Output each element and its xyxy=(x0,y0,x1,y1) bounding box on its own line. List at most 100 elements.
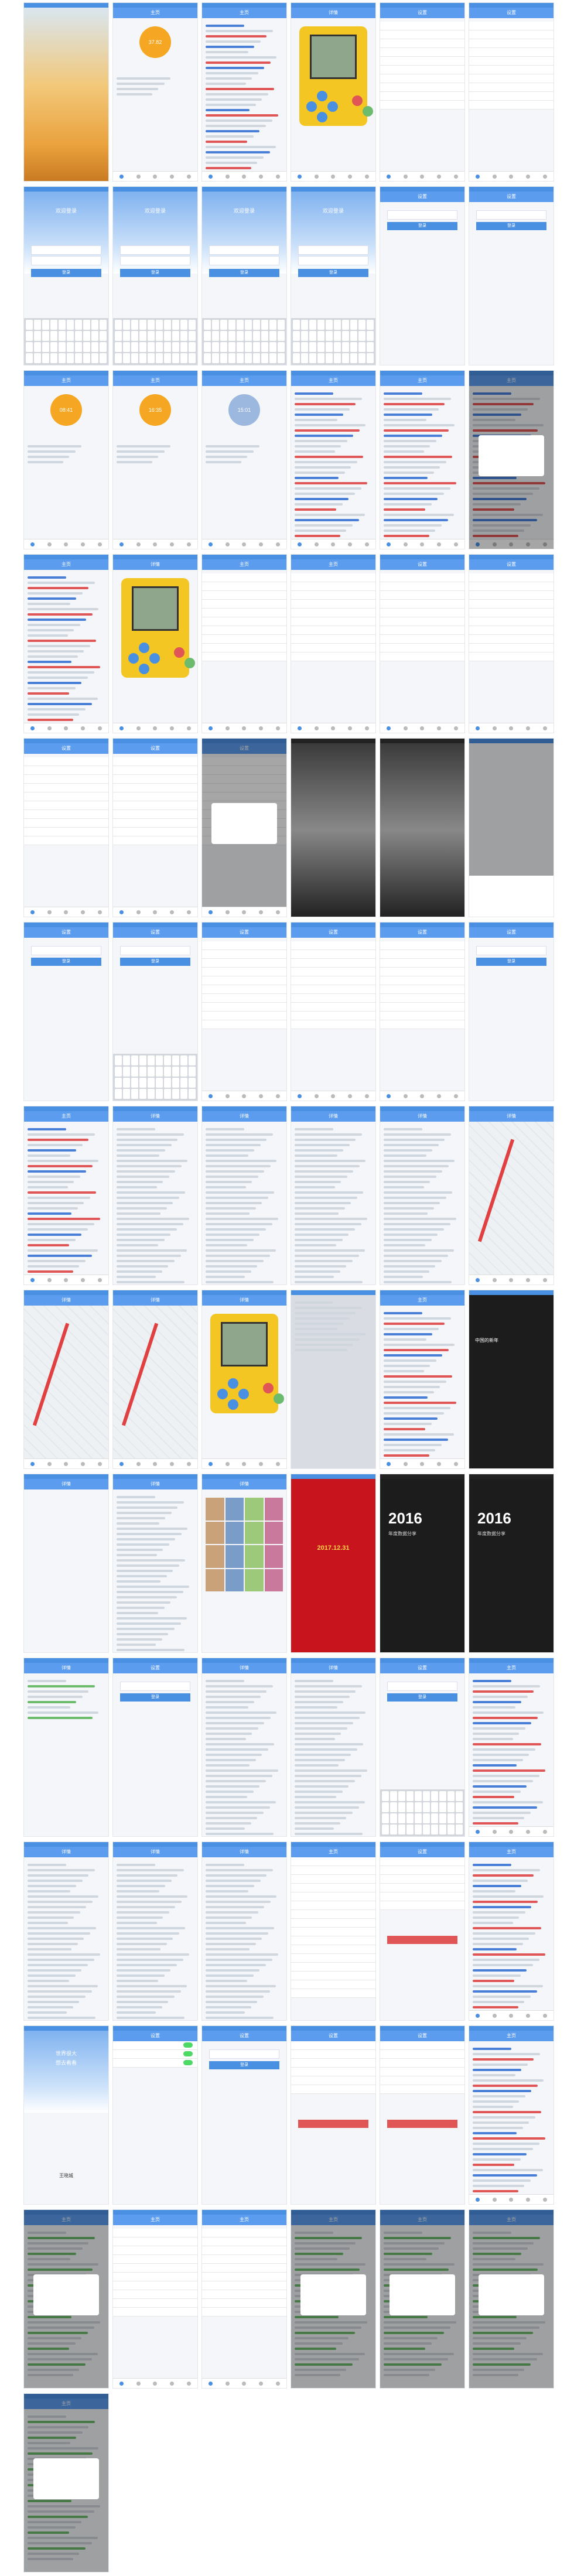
keyboard-key[interactable] xyxy=(278,331,285,341)
photo-thumbnail[interactable] xyxy=(206,1545,224,1568)
tab-item-icon[interactable] xyxy=(81,1461,86,1466)
photo-thumbnail[interactable] xyxy=(245,1521,264,1544)
tab-item-icon[interactable] xyxy=(259,910,264,914)
keyboard-key[interactable] xyxy=(164,342,171,352)
settings-row[interactable] xyxy=(202,635,286,644)
tab-item-icon[interactable] xyxy=(98,542,102,546)
keyboard-key[interactable] xyxy=(131,1067,138,1077)
table-row[interactable] xyxy=(291,1875,375,1884)
keyboard-key[interactable] xyxy=(309,353,316,363)
tab-item-icon[interactable] xyxy=(365,1094,370,1098)
tab-item-icon[interactable] xyxy=(136,910,141,914)
keyboard-key[interactable] xyxy=(439,1791,446,1801)
keyboard-key[interactable] xyxy=(59,331,66,341)
settings-row[interactable] xyxy=(202,994,286,1003)
settings-row[interactable] xyxy=(291,2085,375,2094)
settings-row[interactable] xyxy=(113,2281,197,2290)
tab-item-icon[interactable] xyxy=(47,726,52,730)
tab-item-icon[interactable] xyxy=(475,2013,480,2018)
keyboard-key[interactable] xyxy=(100,320,107,330)
keyboard-key[interactable] xyxy=(180,1089,187,1099)
keyboard-key[interactable] xyxy=(115,331,122,341)
keyboard-key[interactable] xyxy=(269,320,276,330)
tab-item-icon[interactable] xyxy=(136,542,141,546)
tab-item-icon[interactable] xyxy=(208,542,213,546)
keyboard-key[interactable] xyxy=(100,342,107,352)
photo-thumbnail[interactable] xyxy=(225,1521,244,1544)
tab-item-icon[interactable] xyxy=(30,1461,35,1466)
keyboard-key[interactable] xyxy=(309,331,316,341)
keyboard-key[interactable] xyxy=(156,1078,163,1088)
keyboard-key[interactable] xyxy=(415,1791,422,1801)
keyboard-key[interactable] xyxy=(67,353,74,363)
tab-item-icon[interactable] xyxy=(331,1094,336,1098)
tab-item-icon[interactable] xyxy=(492,726,497,730)
keyboard-key[interactable] xyxy=(164,1089,171,1099)
keyboard-key[interactable] xyxy=(189,320,196,330)
settings-row[interactable] xyxy=(469,92,554,101)
settings-row[interactable] xyxy=(202,2229,286,2237)
settings-row[interactable] xyxy=(291,950,375,959)
submit-button[interactable]: 登录 xyxy=(31,958,101,966)
tab-item-icon[interactable] xyxy=(276,2381,281,2386)
keyboard-key[interactable] xyxy=(423,1825,430,1834)
settings-row[interactable] xyxy=(202,2308,286,2317)
keyboard-key[interactable] xyxy=(245,320,252,330)
keyboard-key[interactable] xyxy=(326,331,333,341)
tab-item-icon[interactable] xyxy=(259,1461,264,1466)
keyboard-key[interactable] xyxy=(415,1825,422,1834)
settings-row[interactable] xyxy=(113,819,197,828)
tab-item-icon[interactable] xyxy=(187,726,192,730)
tab-item-icon[interactable] xyxy=(509,726,514,730)
username-input[interactable] xyxy=(120,245,190,255)
keyboard-key[interactable] xyxy=(237,331,244,341)
text-input[interactable] xyxy=(120,1682,190,1691)
tab-item-icon[interactable] xyxy=(170,1461,175,1466)
table-row[interactable] xyxy=(291,1884,375,1892)
tab-item-icon[interactable] xyxy=(454,542,459,546)
settings-row[interactable] xyxy=(113,757,197,766)
tab-item-icon[interactable] xyxy=(475,174,480,179)
photo-thumbnail[interactable] xyxy=(225,1545,244,1568)
settings-row[interactable] xyxy=(291,2076,375,2085)
keyboard[interactable] xyxy=(202,318,286,365)
map-view[interactable] xyxy=(113,1306,197,1459)
settings-row[interactable] xyxy=(291,1020,375,1029)
keyboard-key[interactable] xyxy=(123,1078,130,1088)
table-row[interactable] xyxy=(291,1910,375,1919)
settings-row[interactable] xyxy=(291,2041,375,2050)
tab-item-icon[interactable] xyxy=(170,2381,175,2386)
settings-row[interactable] xyxy=(291,994,375,1003)
tab-item-icon[interactable] xyxy=(492,2013,497,2018)
keyboard-key[interactable] xyxy=(398,1791,405,1801)
password-input[interactable] xyxy=(298,256,368,265)
keyboard-key[interactable] xyxy=(253,353,260,363)
keyboard-key[interactable] xyxy=(180,353,187,363)
keyboard-key[interactable] xyxy=(237,353,244,363)
keyboard-key[interactable] xyxy=(293,320,300,330)
alert-dialog[interactable] xyxy=(390,2274,455,2315)
tab-item-icon[interactable] xyxy=(420,1094,425,1098)
tab-item-icon[interactable] xyxy=(348,726,353,730)
tab-item-icon[interactable] xyxy=(119,910,124,914)
keyboard-key[interactable] xyxy=(204,342,211,352)
keyboard-key[interactable] xyxy=(406,1791,414,1801)
keyboard-key[interactable] xyxy=(431,1825,438,1834)
keyboard-key[interactable] xyxy=(447,1825,455,1834)
settings-row[interactable] xyxy=(469,573,554,582)
text-input[interactable] xyxy=(209,2049,279,2059)
keyboard-key[interactable] xyxy=(50,320,57,330)
settings-row[interactable] xyxy=(202,941,286,950)
settings-row[interactable] xyxy=(469,591,554,600)
tab-item-icon[interactable] xyxy=(492,2197,497,2202)
settings-row[interactable] xyxy=(380,74,464,83)
settings-row[interactable] xyxy=(380,83,464,92)
keyboard-key[interactable] xyxy=(148,1089,155,1099)
keyboard-key[interactable] xyxy=(309,320,316,330)
keyboard-key[interactable] xyxy=(172,1067,179,1077)
settings-row[interactable] xyxy=(380,30,464,39)
settings-row[interactable] xyxy=(113,2290,197,2299)
table-row[interactable] xyxy=(291,1972,375,1980)
keyboard-key[interactable] xyxy=(139,331,146,341)
settings-row[interactable] xyxy=(380,950,464,959)
